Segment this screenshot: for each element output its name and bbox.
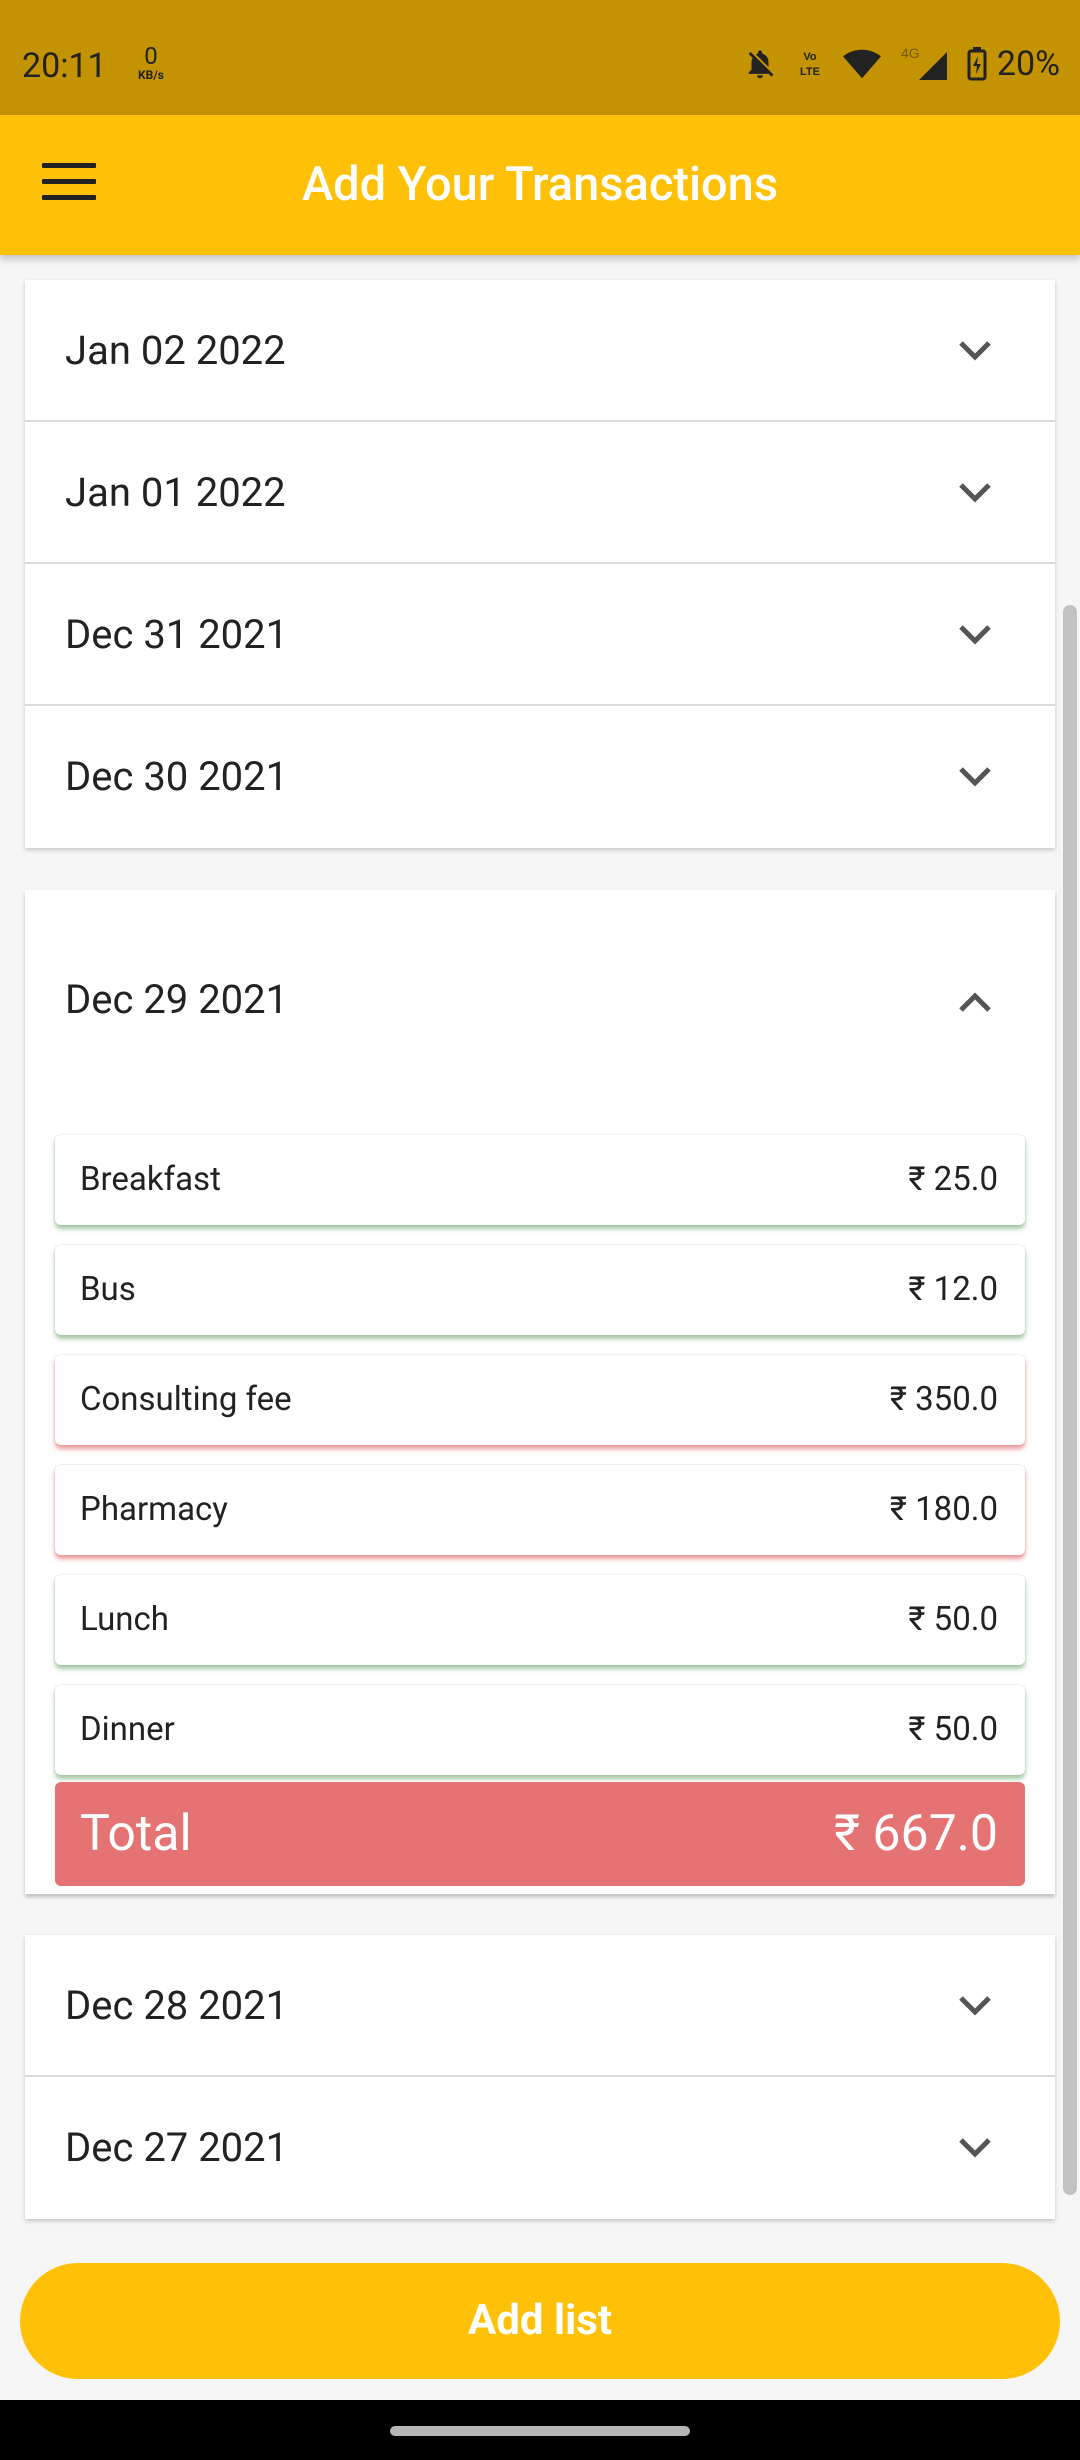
page-title: Add Your Transactions [301, 157, 779, 212]
transaction-name: Dinner [80, 1710, 175, 1749]
svg-text:Vo: Vo [803, 51, 817, 63]
expanded-date-header[interactable]: Dec 29 2021 [25, 890, 1055, 1110]
transaction-amount: ₹ 50.0 [908, 1710, 998, 1749]
chevron-down-icon [959, 1996, 991, 2016]
date-group-label: Jan 01 2022 [65, 469, 286, 516]
transaction-item[interactable]: Bus ₹ 12.0 [55, 1245, 1025, 1335]
date-group-label: Jan 02 2022 [65, 327, 286, 374]
scrollbar[interactable] [1063, 605, 1077, 2195]
date-group-label: Dec 30 2021 [65, 753, 289, 800]
date-group[interactable]: Jan 02 2022 [25, 280, 1055, 422]
total-label: Total [80, 1805, 192, 1863]
transaction-name: Bus [80, 1270, 136, 1309]
transactions-list[interactable]: Jan 02 2022 Jan 01 2022 Dec 31 2021 Dec … [0, 255, 1080, 2235]
add-list-button[interactable]: Add list [20, 2263, 1060, 2379]
transaction-item[interactable]: Breakfast ₹ 25.0 [55, 1135, 1025, 1225]
date-group-list-bottom: Dec 28 2021 Dec 27 2021 [25, 1935, 1055, 2219]
transaction-item[interactable]: Dinner ₹ 50.0 [55, 1685, 1025, 1775]
network-speed-value: 0 [144, 42, 158, 70]
transaction-name: Consulting fee [80, 1380, 292, 1419]
chevron-down-icon [959, 767, 991, 787]
date-group-label: Dec 27 2021 [65, 2124, 289, 2171]
date-group[interactable]: Dec 30 2021 [25, 706, 1055, 848]
bell-off-icon [743, 47, 777, 81]
date-group[interactable]: Jan 01 2022 [25, 422, 1055, 564]
app-bar: Add Your Transactions [0, 115, 1080, 255]
volte-icon: Vo LTE [795, 47, 825, 81]
transaction-amount: ₹ 50.0 [908, 1600, 998, 1639]
status-bar: 20:11 0 KB/s Vo LTE 4G 20% [0, 0, 1080, 115]
chevron-up-icon [959, 992, 991, 1012]
transaction-item[interactable]: Pharmacy ₹ 180.0 [55, 1465, 1025, 1555]
system-nav-bar [0, 2400, 1080, 2460]
transaction-name: Lunch [80, 1600, 169, 1639]
wifi-icon [842, 49, 881, 79]
status-icons: Vo LTE 4G 20% [743, 44, 1060, 84]
date-group-label: Dec 29 2021 [65, 976, 289, 1023]
date-group-label: Dec 31 2021 [65, 611, 289, 658]
chevron-down-icon [959, 483, 991, 503]
date-group[interactable]: Dec 28 2021 [25, 1935, 1055, 2077]
network-speed: 0 KB/s [131, 44, 171, 81]
transaction-name: Pharmacy [80, 1490, 228, 1529]
battery-level: 20% [996, 44, 1060, 84]
transaction-amount: ₹ 12.0 [908, 1270, 998, 1309]
date-group-list-top: Jan 02 2022 Jan 01 2022 Dec 31 2021 Dec … [25, 280, 1055, 848]
status-time: 20:11 [22, 46, 107, 86]
transaction-amount: ₹ 180.0 [889, 1490, 998, 1529]
total-bar: Total ₹ 667.0 [55, 1782, 1025, 1886]
expanded-date-group: Dec 29 2021 Breakfast ₹ 25.0 Bus ₹ 12.0 … [25, 890, 1055, 1894]
battery-icon [967, 47, 987, 81]
chevron-down-icon [959, 2138, 991, 2158]
transaction-item[interactable]: Consulting fee ₹ 350.0 [55, 1355, 1025, 1445]
transaction-name: Breakfast [80, 1160, 221, 1199]
total-amount: ₹ 667.0 [834, 1805, 998, 1863]
home-gesture-handle[interactable] [390, 2426, 690, 2436]
transaction-list: Breakfast ₹ 25.0 Bus ₹ 12.0 Consulting f… [55, 1135, 1025, 1795]
svg-text:4G: 4G [901, 46, 920, 61]
date-group[interactable]: Dec 31 2021 [25, 564, 1055, 706]
chevron-down-icon [959, 625, 991, 645]
transaction-item[interactable]: Lunch ₹ 50.0 [55, 1575, 1025, 1665]
svg-text:LTE: LTE [800, 66, 820, 78]
signal-4g-icon: 4G [899, 46, 949, 82]
date-group[interactable]: Dec 27 2021 [25, 2077, 1055, 2219]
network-speed-unit: KB/s [138, 68, 164, 82]
transaction-amount: ₹ 350.0 [889, 1380, 998, 1419]
date-group-label: Dec 28 2021 [65, 1982, 289, 2029]
chevron-down-icon [959, 341, 991, 361]
transaction-amount: ₹ 25.0 [908, 1160, 998, 1199]
